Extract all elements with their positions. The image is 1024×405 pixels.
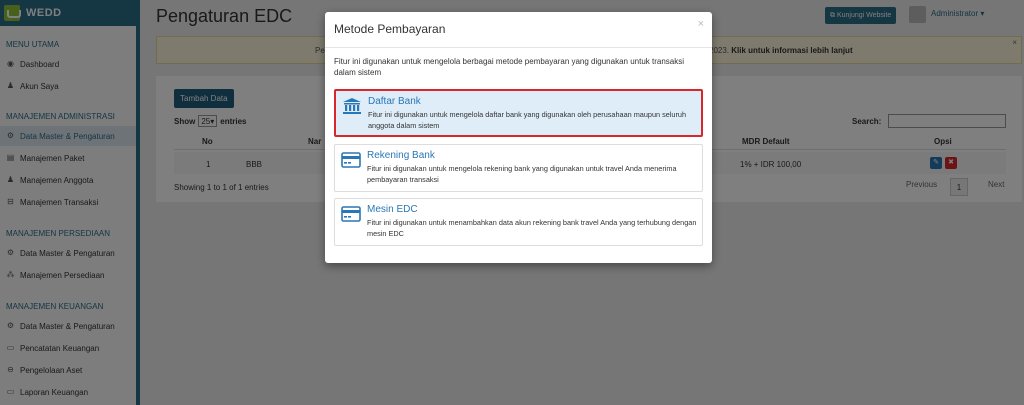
credit-card-icon	[341, 152, 361, 168]
option-title: Rekening Bank	[367, 150, 435, 161]
modal-title: Metode Pembayaran	[334, 22, 446, 36]
option-title: Mesin EDC	[367, 204, 418, 215]
bank-icon	[343, 98, 361, 114]
option-description: Fitur ini digunakan untuk mengelola daft…	[368, 110, 687, 130]
close-icon[interactable]: ×	[698, 18, 704, 30]
option-mesin-edc[interactable]: Mesin EDC Fitur ini digunakan untuk mena…	[334, 198, 703, 246]
option-daftar-bank[interactable]: Daftar Bank Fitur ini digunakan untuk me…	[334, 89, 703, 137]
credit-card-icon	[341, 206, 361, 222]
option-rekening-bank[interactable]: Rekening Bank Fitur ini digunakan untuk …	[334, 144, 703, 192]
option-title: Daftar Bank	[368, 96, 421, 107]
option-description: Fitur ini digunakan untuk mengelola reke…	[367, 164, 677, 184]
modal-description: Fitur ini digunakan untuk mengelola berb…	[334, 57, 685, 77]
modal-header: Metode Pembayaran ×	[325, 12, 712, 48]
payment-method-modal: Metode Pembayaran × Fitur ini digunakan …	[325, 12, 712, 263]
option-description: Fitur ini digunakan untuk menambahkan da…	[367, 218, 697, 238]
